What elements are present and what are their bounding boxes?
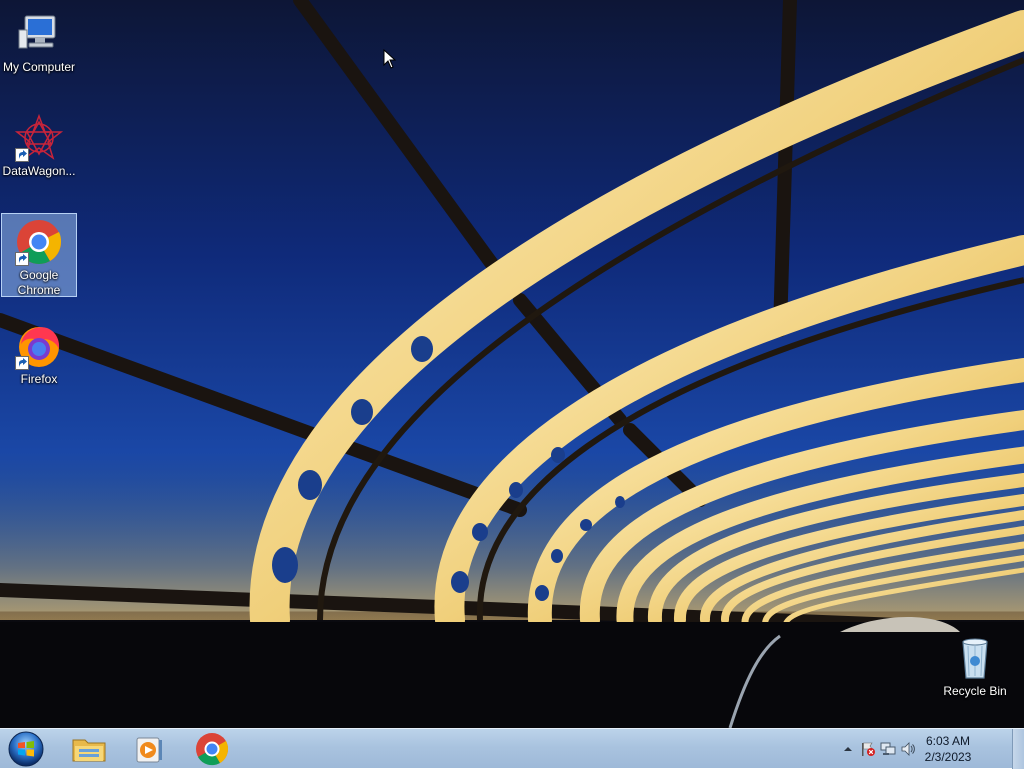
desktop-icon-my-computer[interactable]: My Computer [1, 6, 77, 78]
folder-icon [72, 739, 106, 762]
desktop-icon-label: Firefox [20, 372, 58, 386]
start-button[interactable] [6, 730, 46, 768]
action-center-flag-icon[interactable] [860, 741, 876, 757]
clock-date: 2/3/2023 [924, 750, 972, 764]
network-icon[interactable] [880, 741, 896, 757]
show-hidden-icons-chevron[interactable] [840, 741, 856, 757]
computer-icon [15, 10, 63, 58]
desktop[interactable]: My Computer DataWagon... Google Chrome F… [0, 0, 1024, 728]
desktop-icon-firefox[interactable]: Firefox [1, 318, 77, 390]
clock-time: 6:03 AM [925, 734, 971, 748]
taskbar-clock[interactable]: 6:03 AM 2/3/2023 [912, 733, 984, 765]
bridge-wallpaper [0, 0, 1024, 728]
desktop-icon-label: Recycle Bin [943, 684, 1007, 698]
desktop-icon-datawagon[interactable]: DataWagon... [1, 110, 77, 182]
desktop-icon-label: Google Chrome [17, 268, 61, 297]
shortcut-arrow-icon [15, 356, 29, 370]
show-desktop-button[interactable] [1012, 729, 1024, 769]
taskbar-explorer-button[interactable] [63, 731, 115, 767]
desktop-icon-google-chrome[interactable]: Google Chrome [1, 213, 77, 297]
chrome-icon [15, 218, 63, 266]
shortcut-arrow-icon [15, 252, 29, 266]
firefox-icon [15, 322, 63, 370]
taskbar: 6:03 AM 2/3/2023 [0, 728, 1024, 769]
system-tray: 6:03 AM 2/3/2023 [834, 729, 1024, 769]
chrome-icon [196, 733, 229, 766]
desktop-icon-label: My Computer [2, 60, 76, 74]
mouse-cursor-icon [383, 49, 397, 69]
shortcut-arrow-icon [15, 148, 29, 162]
desktop-icon-recycle-bin[interactable]: Recycle Bin [937, 630, 1013, 702]
taskbar-media-player-button[interactable] [123, 731, 175, 767]
taskbar-chrome-button[interactable] [186, 731, 238, 767]
media-player-icon [136, 737, 162, 763]
datawagon-icon [14, 113, 64, 162]
desktop-icon-label: DataWagon... [2, 164, 76, 178]
windows-orb-icon [8, 731, 44, 767]
recycle-bin-icon [951, 634, 999, 682]
